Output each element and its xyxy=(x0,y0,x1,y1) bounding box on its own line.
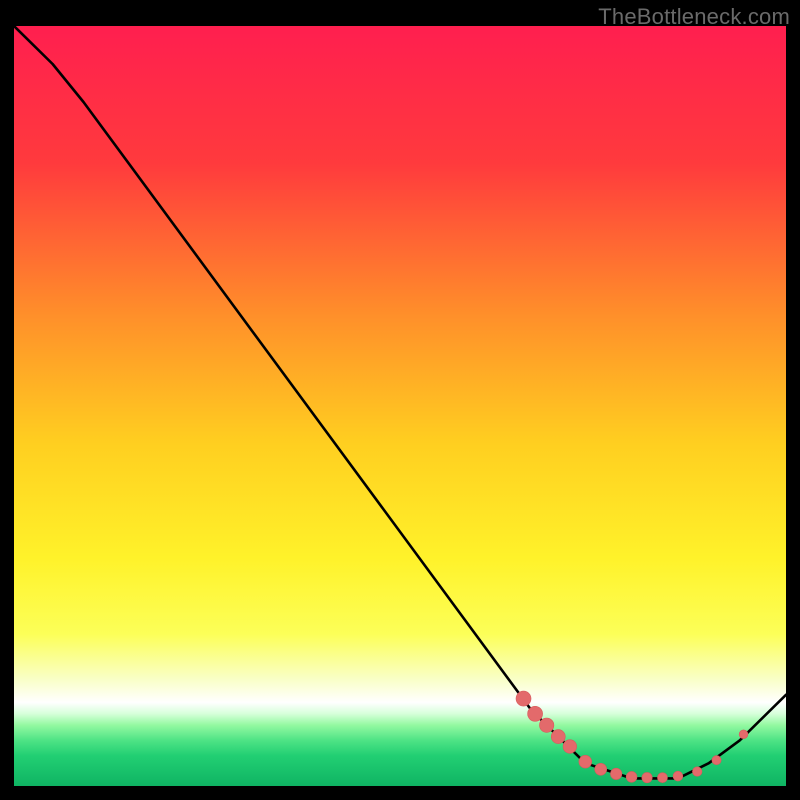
chart-stage: TheBottleneck.com xyxy=(0,0,800,800)
marker-dot xyxy=(657,773,667,783)
marker-dot xyxy=(642,772,652,782)
marker-dot xyxy=(610,768,621,779)
gradient-background xyxy=(14,26,786,786)
marker-dot xyxy=(739,730,748,739)
marker-dot xyxy=(516,691,531,706)
marker-dot xyxy=(692,767,702,777)
watermark-text: TheBottleneck.com xyxy=(598,4,790,30)
marker-dot xyxy=(673,771,683,781)
marker-dot xyxy=(528,706,543,721)
marker-dot xyxy=(539,718,553,732)
marker-dot xyxy=(563,740,577,754)
marker-dot xyxy=(626,771,637,782)
gradient-chart xyxy=(14,26,786,786)
marker-dot xyxy=(712,756,721,765)
marker-dot xyxy=(551,730,565,744)
marker-dot xyxy=(579,755,592,768)
marker-dot xyxy=(595,763,607,775)
